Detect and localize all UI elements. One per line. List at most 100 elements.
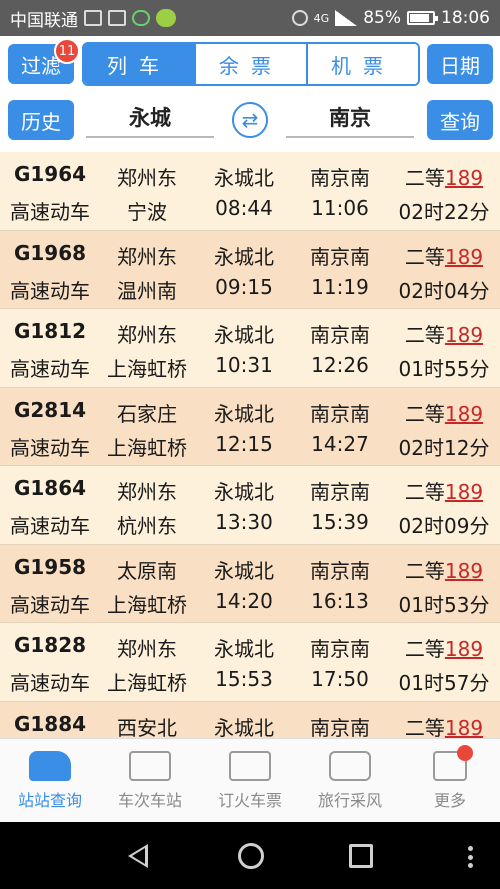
- nav-train-station[interactable]: 车次车站: [100, 739, 200, 822]
- terminal-station: 宁波: [127, 200, 167, 224]
- price-link[interactable]: 189: [445, 637, 483, 661]
- query-button[interactable]: 查询: [427, 100, 493, 140]
- seat-class: 二等: [404, 558, 445, 583]
- origin-station: 郑州东: [117, 637, 177, 661]
- arrive-time: 11:06: [311, 196, 369, 220]
- board-station: 永城北: [214, 323, 274, 347]
- board-station: 永城北: [214, 558, 274, 583]
- tab-remaining-tickets[interactable]: 余票: [194, 44, 306, 84]
- depart-time: 14:20: [215, 588, 273, 613]
- ticket-icon: [229, 750, 271, 781]
- train-row[interactable]: G1958 高速动车 太原南 上海虹桥 永城北 14:20 南京南 16:13 …: [0, 544, 500, 623]
- nav-label: 订火车票: [217, 790, 282, 810]
- filter-button[interactable]: 过滤 11: [8, 38, 80, 84]
- briefcase-icon: [129, 750, 171, 781]
- arrive-time: 14:27: [311, 431, 369, 456]
- menu-icon[interactable]: [468, 846, 473, 868]
- filter-badge: 11: [54, 38, 80, 64]
- origin-station: 郑州东: [117, 166, 177, 190]
- duration: 01时55分: [398, 357, 490, 381]
- seat-class: 二等: [404, 323, 445, 347]
- home-icon[interactable]: [238, 843, 264, 869]
- back-icon[interactable]: [128, 844, 148, 868]
- seat-price: 二等189: [390, 555, 498, 584]
- price-link[interactable]: 189: [445, 480, 483, 504]
- train-number: G1828: [13, 633, 87, 657]
- duration: 01时57分: [398, 671, 490, 695]
- search-row: 历史 永城 ⇄ 南京 查询: [0, 98, 500, 142]
- alight-station: 南京南: [310, 637, 370, 661]
- from-station-field[interactable]: 永城: [86, 98, 214, 138]
- gallery-icon: [108, 10, 126, 26]
- train-number: G1864: [13, 476, 87, 500]
- arrive-time: 15:39: [311, 510, 369, 534]
- train-icon: [29, 750, 71, 781]
- message-icon: [132, 10, 150, 26]
- origin-station: 郑州东: [117, 323, 177, 347]
- train-row[interactable]: G2814 高速动车 石家庄 上海虹桥 永城北 12:15 南京南 14:27 …: [0, 387, 500, 466]
- nav-label: 车次车站: [117, 790, 182, 810]
- depart-time: 09:15: [215, 274, 273, 299]
- to-station-field[interactable]: 南京: [286, 98, 414, 138]
- signal-icon: [335, 10, 358, 26]
- nav-station-query[interactable]: 站站查询: [0, 739, 100, 822]
- price-link[interactable]: 189: [445, 166, 483, 190]
- price-link[interactable]: 189: [445, 559, 483, 583]
- train-row[interactable]: G1864 高速动车 郑州东 杭州东 永城北 13:30 南京南 15:39 二…: [0, 466, 500, 545]
- alight-station: 南京南: [310, 244, 370, 269]
- price-link[interactable]: 189: [445, 245, 483, 269]
- seat-class: 二等: [404, 637, 445, 661]
- depart-time: 10:31: [215, 353, 273, 377]
- alight-station: 南京南: [310, 558, 370, 583]
- train-type: 高速动车: [10, 671, 90, 695]
- nav-travel-feed[interactable]: 旅行采风: [300, 739, 400, 822]
- depart-time: 08:44: [215, 196, 273, 220]
- price-link[interactable]: 189: [445, 402, 483, 426]
- duration: 02时22分: [398, 200, 490, 224]
- seat-class: 二等: [404, 401, 445, 426]
- depart-time: 15:53: [215, 667, 273, 691]
- seat-class: 二等: [404, 244, 445, 269]
- board-station: 永城北: [214, 480, 274, 504]
- board-station: 永城北: [214, 637, 274, 661]
- train-number: G1884: [13, 711, 87, 736]
- seat-price: 二等189: [390, 319, 498, 348]
- alight-station: 南京南: [310, 323, 370, 347]
- nav-more[interactable]: 更多: [400, 739, 500, 822]
- nav-label: 更多: [433, 790, 466, 810]
- train-type: 高速动车: [10, 592, 90, 617]
- bottom-nav: 站站查询 车次车站 订火车票 旅行采风 更多: [0, 738, 500, 822]
- arrive-time: 16:13: [311, 588, 369, 613]
- train-list: G1964 高速动车 郑州东 宁波 永城北 08:44 南京南 11:06 二等…: [0, 152, 500, 738]
- depart-time: 12:15: [215, 431, 273, 456]
- train-number: G1958: [13, 554, 87, 579]
- tab-train[interactable]: 列车: [84, 44, 194, 84]
- battery-percent: 85%: [363, 8, 401, 28]
- price-link[interactable]: 189: [445, 323, 483, 347]
- train-row[interactable]: G1964 高速动车 郑州东 宁波 永城北 08:44 南京南 11:06 二等…: [0, 152, 500, 231]
- seat-class: 二等: [404, 166, 445, 190]
- battery-icon: [407, 11, 438, 25]
- seat-price: 二等189: [390, 712, 498, 739]
- tab-flights[interactable]: 机票: [306, 44, 418, 84]
- alight-station: 南京南: [310, 480, 370, 504]
- recent-apps-icon[interactable]: [349, 844, 373, 868]
- swap-stations-icon[interactable]: ⇄: [232, 102, 268, 138]
- train-row[interactable]: G1968 高速动车 郑州东 温州南 永城北 09:15 南京南 11:19 二…: [0, 230, 500, 309]
- price-link[interactable]: 189: [445, 716, 483, 739]
- history-button[interactable]: 历史: [8, 100, 74, 140]
- train-number: G1812: [13, 319, 87, 343]
- nav-book-ticket[interactable]: 订火车票: [200, 739, 300, 822]
- seat-price: 二等189: [390, 241, 498, 270]
- depart-time: 13:30: [215, 510, 273, 534]
- origin-station: 郑州东: [117, 480, 177, 504]
- train-row[interactable]: G1812 高速动车 郑州东 上海虹桥 永城北 10:31 南京南 12:26 …: [0, 309, 500, 388]
- date-button[interactable]: 日期: [427, 44, 493, 84]
- arrive-time: 11:19: [311, 274, 369, 299]
- train-row[interactable]: G1828 高速动车 郑州东 上海虹桥 永城北 15:53 南京南 17:50 …: [0, 623, 500, 702]
- train-row[interactable]: G1884 西安北 永城北 南京南 二等189: [0, 701, 500, 739]
- alight-station: 南京南: [310, 166, 370, 190]
- duration: 02时04分: [398, 278, 490, 303]
- arrive-time: 12:26: [311, 353, 369, 377]
- clock: 18:06: [441, 8, 490, 28]
